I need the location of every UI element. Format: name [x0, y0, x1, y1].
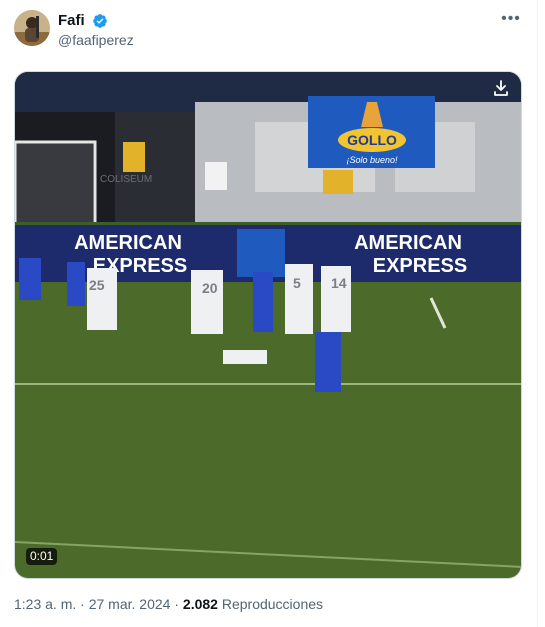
jersey-number-4: 14 — [331, 275, 347, 291]
column-divider — [537, 0, 545, 627]
board-text-4: EXPRESS — [373, 255, 467, 277]
more-icon[interactable]: ••• — [498, 8, 524, 30]
board-text-1: AMERICAN — [74, 232, 182, 254]
avatar[interactable] — [14, 10, 50, 46]
author-names: Fafi @faafiperez — [58, 12, 134, 49]
post-time[interactable]: 1:23 a. m. — [14, 596, 76, 612]
verified-badge-icon — [92, 13, 108, 29]
sponsor-brand: GOLLO — [347, 132, 397, 148]
post-date[interactable]: 27 mar. 2024 — [89, 596, 171, 612]
meta-separator: · — [80, 596, 85, 612]
views-count: 2.082 — [182, 596, 218, 612]
tweet-header: Fafi @faafiperez ••• — [14, 10, 524, 50]
jersey-number-2: 20 — [202, 280, 218, 296]
video-player[interactable]: COLISEUM GOLLO ¡Solo bueno! AMERICAN EXP… — [14, 71, 522, 579]
jersey-number-1: 25 — [89, 277, 105, 293]
stand-text: COLISEUM — [100, 174, 152, 185]
video-duration: 0:01 — [26, 548, 58, 565]
download-icon[interactable] — [491, 78, 511, 98]
tweet-meta: 1:23 a. m. · 27 mar. 2024 · 2.082 Reprod… — [14, 596, 323, 612]
sponsor-tagline: ¡Solo bueno! — [346, 155, 398, 165]
views-label: Reproducciones — [221, 596, 324, 612]
user-handle[interactable]: @faafiperez — [58, 31, 134, 49]
board-text-3: AMERICAN — [354, 232, 462, 254]
jersey-number-3: 5 — [293, 275, 301, 291]
meta-separator-2: · — [174, 596, 180, 612]
video-frame: COLISEUM GOLLO ¡Solo bueno! AMERICAN EXP… — [15, 72, 521, 578]
display-name[interactable]: Fafi — [58, 12, 85, 30]
